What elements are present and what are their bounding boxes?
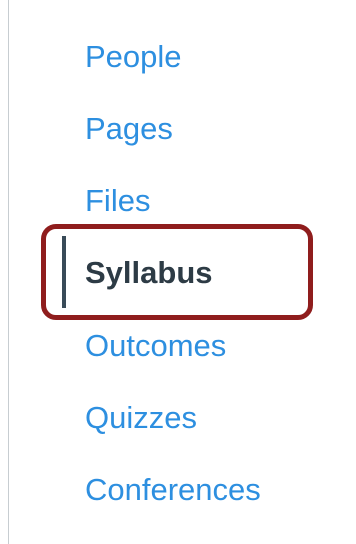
nav-item-conferences[interactable]: Conferences bbox=[85, 470, 261, 510]
nav-item-pages[interactable]: Pages bbox=[85, 109, 173, 149]
syllabus-highlight-outline bbox=[41, 224, 313, 320]
nav-item-people[interactable]: People bbox=[85, 37, 182, 77]
nav-item-outcomes[interactable]: Outcomes bbox=[85, 326, 226, 366]
course-navigation: People Pages Files Syllabus Outcomes Qui… bbox=[8, 0, 356, 544]
nav-item-files[interactable]: Files bbox=[85, 181, 150, 221]
nav-item-quizzes[interactable]: Quizzes bbox=[85, 398, 197, 438]
